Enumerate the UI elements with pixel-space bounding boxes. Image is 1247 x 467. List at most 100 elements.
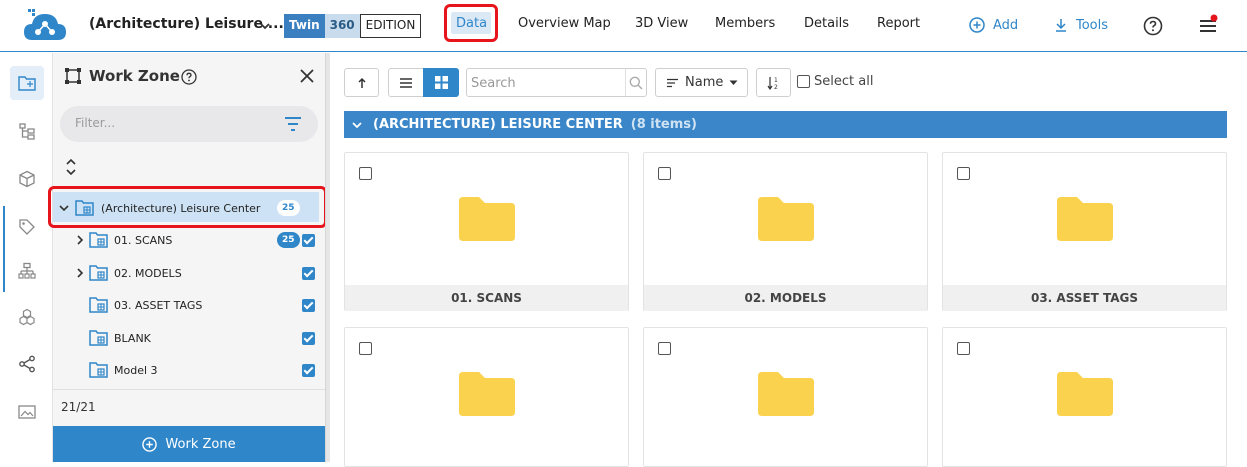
tree-item-checkbox[interactable] [302, 267, 315, 280]
upload-button[interactable] [344, 68, 379, 97]
card-checkbox[interactable] [957, 342, 970, 355]
rail-network-icon[interactable] [10, 254, 44, 288]
help-icon[interactable] [181, 69, 197, 89]
edition-label: EDITION [359, 14, 422, 38]
rail-work-zone-icon[interactable] [10, 66, 44, 100]
filter-input[interactable]: Filter... [60, 106, 318, 142]
grid-view-button[interactable] [423, 68, 459, 97]
tab-details[interactable]: Details [804, 16, 849, 31]
search-field[interactable] [466, 68, 647, 97]
tree-item-checkbox[interactable] [302, 332, 315, 345]
list-view-button[interactable] [388, 68, 424, 97]
selection-count: 21/21 [61, 400, 96, 414]
work-zone-button-label: Work Zone [165, 436, 236, 452]
folder-icon [459, 372, 515, 416]
sort-dropdown[interactable]: Name [655, 68, 748, 97]
menu-icon[interactable] [1198, 14, 1220, 40]
rail-cubes-icon[interactable] [10, 300, 44, 334]
select-all-box[interactable] [797, 75, 810, 88]
project-title[interactable]: (Architecture) Leisure ... [89, 16, 284, 32]
tab-3d-view[interactable]: 3D View [635, 16, 688, 31]
tools-button[interactable]: Tools [1054, 17, 1108, 33]
edition-twin: Twin [284, 14, 325, 38]
sort-direction-button[interactable]: 12 [756, 68, 791, 97]
folder-card[interactable]: 02. MODELS [643, 152, 928, 311]
tree-item-asset-tags[interactable]: 03. ASSET TAGS [53, 289, 325, 321]
add-work-zone-button[interactable]: Work Zone [53, 426, 325, 462]
rail-tag-icon[interactable] [10, 210, 44, 244]
caret-down-icon [729, 80, 738, 85]
panel-divider [53, 389, 325, 390]
plus-circle-icon [142, 436, 158, 452]
rail-active-indicator [3, 206, 5, 292]
help-icon[interactable] [1143, 16, 1163, 40]
edition-number: 360 [324, 14, 360, 38]
folder-zone-icon [89, 265, 108, 281]
add-button[interactable]: Add [969, 17, 1018, 33]
folder-zone-icon [89, 297, 108, 313]
chevron-right-icon[interactable] [75, 235, 85, 245]
folder-zone-icon [89, 232, 108, 248]
card-checkbox[interactable] [658, 167, 671, 180]
close-icon[interactable] [299, 68, 315, 88]
tab-members[interactable]: Members [715, 16, 775, 31]
card-checkbox[interactable] [658, 342, 671, 355]
tree-item-models[interactable]: 02. MODELS [53, 257, 325, 289]
collapse-all-icon[interactable] [65, 158, 77, 180]
download-icon [1056, 19, 1066, 32]
card-checkbox[interactable] [957, 167, 970, 180]
chevron-down-icon[interactable] [258, 18, 272, 32]
tab-report[interactable]: Report [877, 16, 920, 31]
card-checkbox[interactable] [359, 167, 372, 180]
tree-item-checkbox[interactable] [302, 364, 315, 377]
folder-card[interactable]: 01. SCANS [344, 152, 629, 311]
data-tab-red-outline [444, 4, 498, 42]
sort-asc-icon: 12 [767, 76, 778, 90]
tree-item-label: 02. MODELS [114, 266, 182, 280]
rail-hierarchy-icon[interactable] [10, 114, 44, 148]
folder-icon [758, 197, 814, 241]
tree-item-model-3[interactable]: Model 3 [53, 354, 325, 386]
tab-overview-map[interactable]: Overview Map [518, 16, 611, 31]
folder-card[interactable]: 03. ASSET TAGS [942, 152, 1227, 311]
sort-lines-icon [667, 78, 678, 87]
chevron-down-icon[interactable] [351, 119, 363, 131]
tree-root-red-outline [48, 186, 327, 228]
folder-card[interactable] [643, 327, 928, 467]
svg-text:1: 1 [774, 77, 778, 84]
search-input[interactable] [471, 74, 621, 92]
grid-icon [434, 76, 448, 89]
folder-card[interactable] [344, 327, 629, 467]
rail-cube-icon[interactable] [10, 162, 44, 196]
folder-zone-icon [89, 362, 108, 378]
group-title: (ARCHITECTURE) LEISURE CENTER [373, 117, 623, 132]
rail-share-icon[interactable] [10, 347, 44, 381]
tools-label: Tools [1076, 17, 1109, 33]
select-all-checkbox[interactable]: Select all [797, 74, 873, 89]
folder-icon [1057, 372, 1113, 416]
group-header[interactable]: (ARCHITECTURE) LEISURE CENTER (8 items) [344, 111, 1227, 138]
tree-item-label: 01. SCANS [114, 233, 173, 247]
tree-item-blank[interactable]: BLANK [53, 322, 325, 354]
arrow-up-icon [357, 77, 366, 88]
folder-icon [758, 372, 814, 416]
card-checkbox[interactable] [359, 342, 372, 355]
rail-image-icon[interactable] [10, 395, 44, 429]
card-label: 03. ASSET TAGS [943, 285, 1226, 311]
folder-card[interactable] [942, 327, 1227, 467]
plus-circle-icon [969, 17, 985, 33]
app-logo[interactable] [22, 8, 68, 44]
tree-item-checkbox[interactable] [302, 234, 315, 247]
search-icon[interactable] [629, 76, 643, 90]
tree-item-checkbox[interactable] [302, 299, 315, 312]
panel-title: Work Zone [89, 67, 180, 85]
card-label: 02. MODELS [644, 285, 927, 311]
edition-badge: Twin 360 EDITION [284, 14, 422, 38]
add-label: Add [993, 17, 1019, 33]
search-divider [625, 69, 626, 96]
chevron-right-icon[interactable] [75, 268, 85, 278]
filter-icon[interactable] [284, 116, 302, 132]
tree-item-count-badge: 25 [277, 232, 300, 248]
select-all-label: Select all [814, 74, 874, 89]
panel-splitter[interactable] [325, 53, 330, 462]
